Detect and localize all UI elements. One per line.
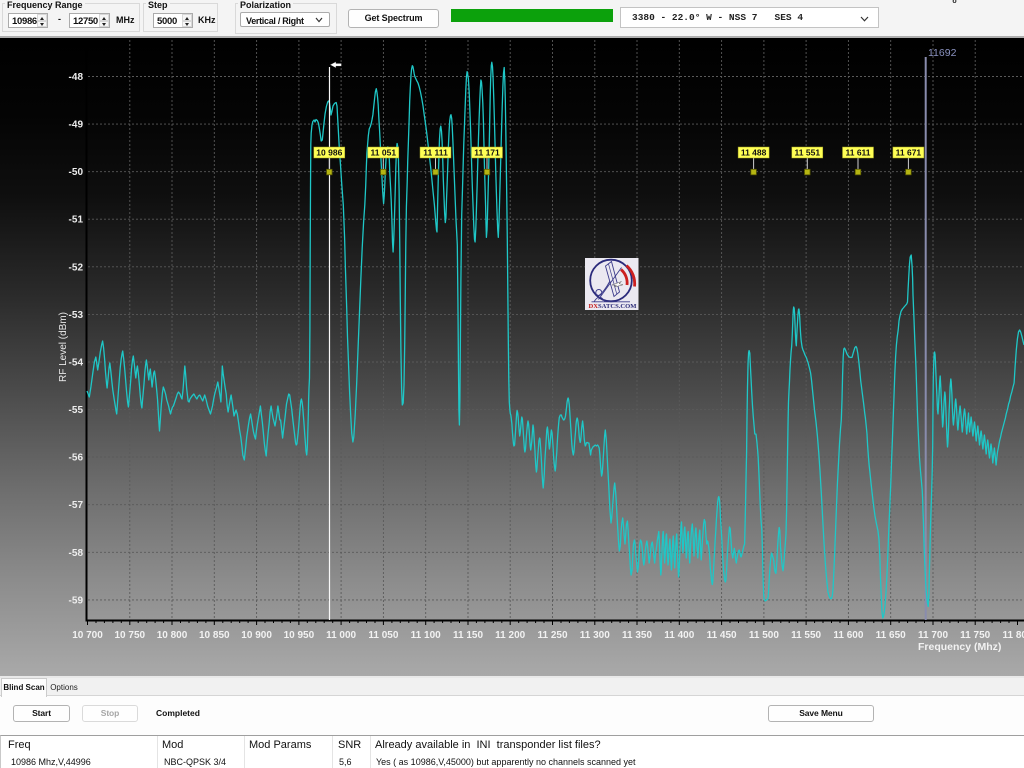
svg-text:-49: -49 [69,120,84,131]
svg-text:-50: -50 [69,167,84,178]
svg-text:-58: -58 [69,548,84,559]
svg-text:11 700: 11 700 [918,630,948,641]
svg-text:10 950: 10 950 [284,630,315,641]
svg-text:-55: -55 [69,405,84,416]
svg-text:11 150: 11 150 [453,630,483,641]
svg-text:11 500: 11 500 [749,630,779,641]
svg-text:11 111: 11 111 [423,148,448,158]
svg-text:10 900: 10 900 [241,630,272,641]
svg-text:11 250: 11 250 [537,630,567,641]
svg-text:-57: -57 [69,500,84,511]
svg-text:11 050: 11 050 [368,630,398,641]
svg-text:11692: 11692 [928,47,957,59]
svg-text:-53: -53 [69,310,84,321]
svg-text:-59: -59 [69,595,84,606]
svg-text:-54: -54 [69,358,84,369]
svg-text:11 350: 11 350 [622,630,652,641]
svg-text:DX: DX [589,303,599,310]
svg-text:11 551: 11 551 [795,148,821,158]
svg-text:11 800: 11 800 [1002,630,1024,641]
svg-text:11 300: 11 300 [580,630,610,641]
svg-text:Frequency (Mhz): Frequency (Mhz) [918,641,1001,653]
svg-text:11 200: 11 200 [495,630,525,641]
svg-text:RF Level (dBm): RF Level (dBm) [58,312,69,382]
svg-text:11 488: 11 488 [741,148,767,158]
svg-text:11 750: 11 750 [960,630,990,641]
svg-text:11 550: 11 550 [791,630,821,641]
svg-text:10 986: 10 986 [316,148,342,158]
svg-text:10 750: 10 750 [115,630,146,641]
svg-text:10 800: 10 800 [157,630,188,641]
svg-text:11 671: 11 671 [896,148,922,158]
svg-text:11 611: 11 611 [845,148,870,158]
svg-text:-51: -51 [69,215,84,226]
svg-text:10 700: 10 700 [72,630,103,641]
svg-text:11 450: 11 450 [707,630,737,641]
svg-text:-52: -52 [69,262,84,273]
svg-text:11 171: 11 171 [474,148,500,158]
svg-text:SATCS.COM: SATCS.COM [598,303,637,310]
svg-text:10 850: 10 850 [199,630,230,641]
svg-text:11 600: 11 600 [833,630,863,641]
svg-text:11 100: 11 100 [411,630,441,641]
svg-text:11 650: 11 650 [876,630,906,641]
svg-text:-48: -48 [69,72,84,83]
svg-text:11 051: 11 051 [371,148,397,158]
svg-text:11 400: 11 400 [664,630,694,641]
svg-text:11 000: 11 000 [326,630,356,641]
svg-text:-56: -56 [69,453,84,464]
